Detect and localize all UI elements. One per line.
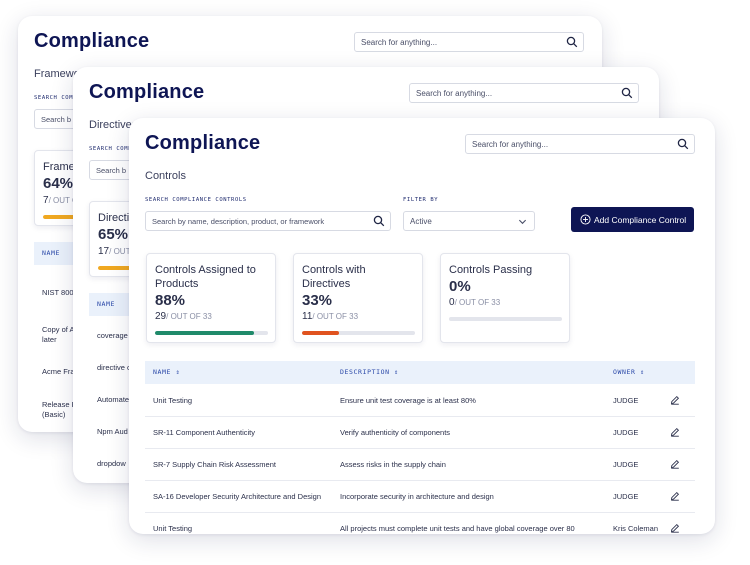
- search-icon: [373, 215, 385, 227]
- sort-icon: ⇕: [175, 368, 181, 376]
- stat-card-passing: Controls Passing 0% 0/ OUT OF 33: [440, 253, 570, 343]
- row-name: SR-11 Component Authenticity: [153, 428, 256, 437]
- global-search-input[interactable]: Search for anything...: [465, 134, 695, 154]
- page-title: Compliance: [89, 81, 205, 103]
- table-row[interactable]: Release P: [42, 400, 77, 409]
- stat-card-assigned-to-products: Controls Assigned to Products 88% 29/ OUT…: [146, 253, 276, 343]
- table-header: NAME ⇕ DESCRIPTION ⇕ OWNER ⇕: [145, 361, 695, 384]
- stat-percent: 33%: [302, 292, 333, 309]
- search-placeholder: Search by name, description, product, or…: [152, 217, 325, 226]
- row-description: Incorporate security in architecture and…: [340, 492, 494, 501]
- edit-icon[interactable]: [670, 427, 680, 437]
- stat-card-with-directives: Controls with Directives 33% 11/ OUT OF 3…: [293, 253, 423, 343]
- global-search-input[interactable]: Search for anything...: [409, 83, 639, 103]
- stat-percent: 65%: [98, 226, 129, 243]
- filter-selected-value: Active: [410, 217, 432, 226]
- sort-icon: ⇕: [394, 368, 399, 376]
- chevron-down-icon: [518, 219, 527, 225]
- stat-percent: 0%: [449, 278, 471, 295]
- table-row[interactable]: NIST 800: [42, 288, 74, 297]
- stat-out-of: / OUT OF 33: [454, 298, 501, 307]
- row-description: Verify authenticity of components: [340, 428, 451, 437]
- row-name: Unit Testing: [153, 396, 193, 405]
- column-header-name[interactable]: NAME ⇕: [153, 368, 180, 376]
- stat-out-of: / OUT OF 33: [312, 312, 359, 321]
- row-divider: [145, 512, 695, 513]
- row-description: Ensure unit test coverage is at least 80…: [340, 396, 476, 405]
- sort-icon: ⇕: [640, 368, 645, 376]
- add-button-label: Add Compliance Control: [594, 215, 687, 225]
- stat-percent: 88%: [155, 292, 186, 309]
- search-icon: [566, 36, 578, 48]
- row-description: Assess risks in the supply chain: [340, 460, 446, 469]
- filter-label: FILTER BY: [403, 197, 439, 203]
- edit-icon[interactable]: [670, 395, 680, 405]
- controls-window: Compliance Controls Search for anything.…: [129, 118, 715, 534]
- stat-count: 11: [302, 311, 313, 322]
- column-header-description[interactable]: DESCRIPTION ⇕: [340, 368, 399, 376]
- progress-bar: [302, 331, 415, 335]
- progress-bar: [449, 317, 562, 321]
- table-row[interactable]: Automate: [97, 395, 129, 404]
- row-name: SR-7 Supply Chain Risk Assessment: [153, 460, 276, 469]
- row-owner: JUDGE: [613, 492, 639, 501]
- table-row-cont: (Basic): [42, 410, 66, 419]
- search-placeholder: Search for anything...: [472, 140, 549, 149]
- row-description: All projects must complete unit tests an…: [340, 524, 575, 533]
- filter-select[interactable]: Active: [403, 211, 535, 231]
- search-placeholder: Search b: [41, 115, 72, 124]
- search-placeholder: Search b: [96, 166, 127, 175]
- search-placeholder: Search for anything...: [416, 89, 493, 98]
- search-icon: [621, 87, 633, 99]
- stat-title: Directi: [98, 212, 130, 224]
- stat-title: Controls with Directives: [302, 264, 366, 290]
- row-name: SA-16 Developer Security Architecture an…: [153, 492, 322, 501]
- search-controls-input[interactable]: Search by name, description, product, or…: [145, 211, 391, 231]
- page-title: Compliance: [145, 132, 261, 154]
- section-subtitle: Controls: [145, 170, 186, 182]
- progress-bar: [155, 331, 268, 335]
- row-divider: [145, 416, 695, 417]
- row-divider: [145, 480, 695, 481]
- stat-out-of: / OUT OF 33: [166, 312, 212, 321]
- stat-count: 29: [155, 311, 167, 322]
- edit-icon[interactable]: [670, 523, 680, 533]
- stat-title: Controls Passing: [449, 264, 533, 276]
- add-circle-icon: [580, 214, 591, 225]
- stat-title: Controls Assigned to Products: [155, 264, 256, 290]
- page-title: Compliance: [34, 30, 150, 52]
- stat-out-of: / OUT: [109, 247, 131, 256]
- column-header-name[interactable]: NAME: [97, 300, 115, 308]
- table-row[interactable]: Npm Aud: [97, 427, 128, 436]
- table-row[interactable]: coverage: [97, 331, 128, 340]
- edit-icon[interactable]: [670, 491, 680, 501]
- table-row[interactable]: dropdow: [97, 459, 126, 468]
- stat-percent: 64%: [43, 175, 74, 192]
- table-row[interactable]: directive c: [97, 363, 131, 372]
- search-placeholder: Search for anything...: [361, 38, 438, 47]
- table-row[interactable]: Copy of A: [42, 325, 75, 334]
- row-owner: Kris Coleman: [613, 524, 659, 533]
- global-search-input[interactable]: Search for anything...: [354, 32, 584, 52]
- table-row-cont: later: [42, 335, 57, 344]
- row-divider: [145, 448, 695, 449]
- row-owner: JUDGE: [613, 396, 639, 405]
- column-header-owner[interactable]: OWNER ⇕: [613, 368, 645, 376]
- search-icon: [677, 138, 689, 150]
- row-owner: JUDGE: [613, 428, 639, 437]
- row-name: Unit Testing: [153, 524, 193, 533]
- row-owner: JUDGE: [613, 460, 639, 469]
- table-row[interactable]: Acme Fra: [42, 367, 75, 376]
- column-header-name[interactable]: NAME: [42, 249, 60, 257]
- stat-count: 17: [98, 246, 110, 257]
- add-compliance-control-button[interactable]: Add Compliance Control: [571, 207, 694, 232]
- edit-icon[interactable]: [670, 459, 680, 469]
- search-controls-label: SEARCH COMPLIANCE CONTROLS: [145, 197, 247, 203]
